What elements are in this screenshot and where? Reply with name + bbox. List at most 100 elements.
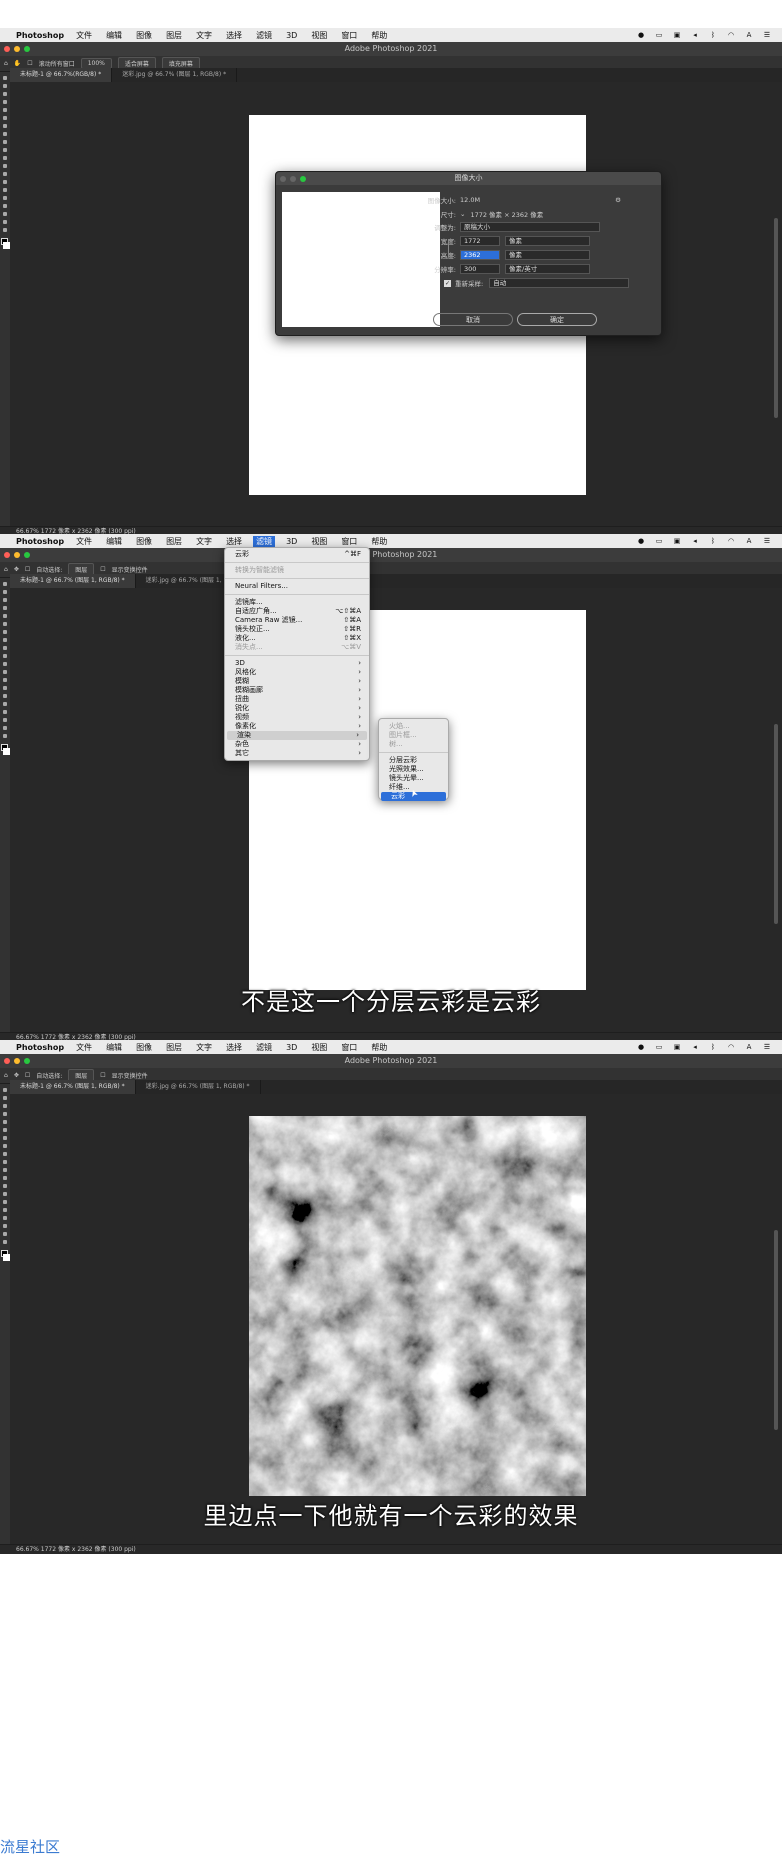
control-center-icon[interactable]: ☰: [762, 537, 772, 545]
filter-menu-item[interactable]: Camera Raw 滤镜... ⇧⌘A: [225, 616, 369, 625]
resample-select[interactable]: 自动: [489, 278, 630, 288]
menu-file[interactable]: 文件: [76, 536, 92, 547]
menu-select[interactable]: 选择: [226, 536, 242, 547]
filter-menu-item[interactable]: 镜头校正... ⇧⌘R: [225, 625, 369, 634]
tab-untitled-1[interactable]: 未标题-1 @ 66.7%(RGB/8) *: [10, 68, 113, 82]
menu-edit[interactable]: 编辑: [106, 1042, 122, 1053]
hand-tool-icon[interactable]: ✋: [14, 60, 21, 67]
move-tool-icon[interactable]: [3, 76, 7, 80]
move-tool-icon[interactable]: [3, 1088, 7, 1092]
close-button[interactable]: [4, 1058, 10, 1064]
filter-menu-item[interactable]: 液化... ⇧⌘X: [225, 634, 369, 643]
hand-tool-side-icon[interactable]: [3, 1232, 7, 1236]
filter-menu-item[interactable]: 像素化 ›: [225, 722, 369, 731]
dialog-zoom-button[interactable]: [300, 176, 306, 182]
resolution-input[interactable]: 300: [460, 264, 500, 274]
eraser-tool-icon[interactable]: [3, 156, 7, 160]
volume-icon[interactable]: ◂: [690, 1043, 700, 1051]
background-color-swatch[interactable]: [3, 748, 10, 755]
eraser-tool-icon[interactable]: [3, 662, 7, 666]
bluetooth-icon[interactable]: ᛒ: [708, 1043, 718, 1051]
hand-tool-side-icon[interactable]: [3, 726, 7, 730]
gradient-tool-icon[interactable]: [3, 670, 7, 674]
brush-tool-icon[interactable]: [3, 132, 7, 136]
menu-type[interactable]: 文字: [196, 536, 212, 547]
wand-tool-icon[interactable]: [3, 1112, 7, 1116]
heal-tool-icon[interactable]: [3, 124, 7, 128]
gradient-tool-icon[interactable]: [3, 164, 7, 168]
menu-select[interactable]: 选择: [226, 30, 242, 41]
menu-file[interactable]: 文件: [76, 30, 92, 41]
menu-window[interactable]: 窗口: [341, 536, 357, 547]
constrain-proportions-link-icon[interactable]: [448, 239, 454, 257]
width-input[interactable]: 1772: [460, 236, 500, 246]
hand-tool-side-icon[interactable]: [3, 220, 7, 224]
menu-type[interactable]: 文字: [196, 1042, 212, 1053]
menu-window[interactable]: 窗口: [341, 1042, 357, 1053]
bluetooth-icon[interactable]: ᛒ: [708, 537, 718, 545]
wand-tool-icon[interactable]: [3, 100, 7, 104]
gradient-tool-icon[interactable]: [3, 1176, 7, 1180]
background-color-swatch[interactable]: [3, 1254, 10, 1261]
render-submenu-item[interactable]: 镜头光晕...: [379, 774, 448, 783]
resolution-unit-select[interactable]: 像素/英寸: [505, 264, 590, 274]
eyedropper-tool-icon[interactable]: [3, 1128, 7, 1132]
menu-select[interactable]: 选择: [226, 1042, 242, 1053]
menu-file[interactable]: 文件: [76, 1042, 92, 1053]
screen-icon[interactable]: ▣: [672, 1043, 682, 1051]
move-tool-icon[interactable]: ✥: [14, 566, 19, 573]
width-unit-select[interactable]: 像素: [505, 236, 590, 246]
show-transform-checkbox[interactable]: ☐: [100, 1072, 105, 1079]
filter-menu-item[interactable]: Neural Filters...: [225, 582, 369, 591]
bluetooth-icon[interactable]: ᛒ: [708, 31, 718, 39]
filter-menu-item[interactable]: 扭曲 ›: [225, 695, 369, 704]
tab-camo[interactable]: 迷彩.jpg @ 66.7% (图层 1, RGB/8) *: [136, 1080, 261, 1094]
filter-menu-item[interactable]: 风格化 ›: [225, 668, 369, 677]
home-icon[interactable]: ⌂: [4, 566, 8, 573]
path-select-icon[interactable]: [3, 1216, 7, 1220]
move-tool-icon[interactable]: [3, 582, 7, 586]
menu-image[interactable]: 图像: [136, 1042, 152, 1053]
wand-tool-icon[interactable]: [3, 606, 7, 610]
path-select-icon[interactable]: [3, 710, 7, 714]
menu-edit[interactable]: 编辑: [106, 30, 122, 41]
auto-select-checkbox[interactable]: ☐: [25, 566, 30, 573]
minimize-button[interactable]: [14, 552, 20, 558]
volume-icon[interactable]: ◂: [690, 31, 700, 39]
menu-3d[interactable]: 3D: [286, 1043, 297, 1052]
vertical-scrollbar[interactable]: [774, 724, 778, 924]
display-icon[interactable]: ▭: [654, 1043, 664, 1051]
blur-tool-icon[interactable]: [3, 172, 7, 176]
menu-image[interactable]: 图像: [136, 536, 152, 547]
dodge-tool-icon[interactable]: [3, 1192, 7, 1196]
auto-select-checkbox[interactable]: ☐: [25, 1072, 30, 1079]
stamp-tool-icon[interactable]: [3, 140, 7, 144]
marquee-tool-icon[interactable]: [3, 590, 7, 594]
volume-icon[interactable]: ◂: [690, 537, 700, 545]
filter-menu-item[interactable]: 其它 ›: [225, 749, 369, 758]
menu-3d[interactable]: 3D: [286, 31, 297, 40]
blur-tool-icon[interactable]: [3, 1184, 7, 1188]
stamp-tool-icon[interactable]: [3, 646, 7, 650]
menu-layer[interactable]: 图层: [166, 1042, 182, 1053]
zoom-button[interactable]: [24, 1058, 30, 1064]
height-input[interactable]: 2362: [460, 250, 500, 260]
stamp-tool-icon[interactable]: [3, 1152, 7, 1156]
control-center-icon[interactable]: ☰: [762, 31, 772, 39]
menu-help[interactable]: 帮助: [371, 536, 387, 547]
eraser-tool-icon[interactable]: [3, 1168, 7, 1172]
gear-icon[interactable]: ⚙: [615, 196, 621, 204]
type-tool-icon[interactable]: [3, 1208, 7, 1212]
tab-untitled-1[interactable]: 未标题-1 @ 66.7% (图层 1, RGB/8) *: [10, 1080, 136, 1094]
wifi-icon[interactable]: ◠: [726, 1043, 736, 1051]
heal-tool-icon[interactable]: [3, 1136, 7, 1140]
filter-menu-item[interactable]: 视频 ›: [225, 713, 369, 722]
pen-tool-icon[interactable]: [3, 694, 7, 698]
menu-image[interactable]: 图像: [136, 30, 152, 41]
filter-menu-item[interactable]: 云彩 ^⌘F: [225, 550, 369, 559]
crop-tool-icon[interactable]: [3, 614, 7, 618]
shape-tool-icon[interactable]: [3, 1224, 7, 1228]
eyedropper-tool-icon[interactable]: [3, 622, 7, 626]
type-tool-icon[interactable]: [3, 702, 7, 706]
home-icon[interactable]: ⌂: [4, 1072, 8, 1079]
